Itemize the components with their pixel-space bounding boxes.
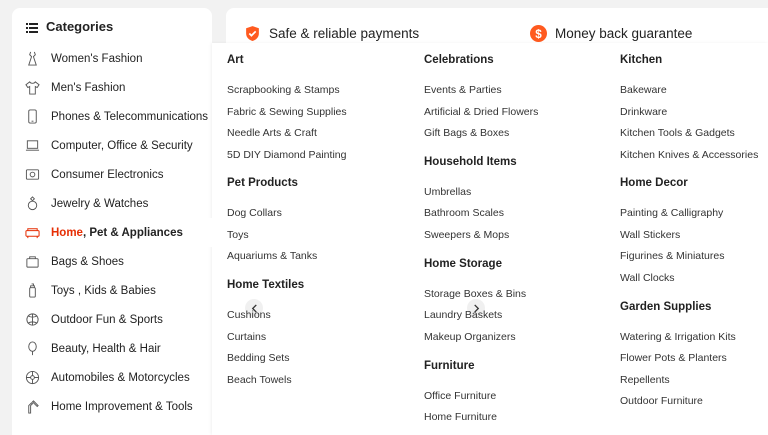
sofa-icon [24, 225, 40, 241]
menu-link[interactable]: Office Furniture [424, 390, 496, 402]
category-home-improvement[interactable]: Home Improvement & Tools [12, 392, 212, 421]
category-phones[interactable]: Phones & Telecommunications [12, 102, 212, 131]
group-title-kitchen[interactable]: Kitchen [620, 54, 662, 66]
menu-link[interactable]: Fabric & Sewing Supplies [227, 106, 347, 118]
svg-text:$: $ [535, 28, 542, 41]
group-title-home-storage[interactable]: Home Storage [424, 258, 502, 270]
categories-header[interactable]: Categories [12, 8, 212, 44]
menu-link[interactable]: Painting & Calligraphy [620, 207, 723, 219]
menu-link[interactable]: 5D DIY Diamond Painting [227, 149, 346, 161]
category-automobiles[interactable]: Automobiles & Motorcycles [12, 363, 212, 392]
chevron-right-icon [473, 303, 479, 313]
group-title-home-decor[interactable]: Home Decor [620, 177, 688, 189]
bottle-icon [24, 283, 40, 299]
phone-icon [24, 109, 40, 125]
category-label: Home Improvement & Tools [51, 400, 193, 413]
menu-link[interactable]: Sweepers & Mops [424, 229, 509, 241]
menu-link[interactable]: Bathroom Scales [424, 207, 504, 219]
menu-link[interactable]: Beach Towels [227, 374, 292, 386]
group-title-pet-products[interactable]: Pet Products [227, 177, 298, 189]
camera-icon [24, 167, 40, 183]
menu-link[interactable]: Umbrellas [424, 186, 471, 198]
categories-title: Categories [46, 18, 114, 34]
menu-link[interactable]: Home Furniture [424, 411, 497, 423]
category-womens-fashion[interactable]: Women's Fashion [12, 44, 212, 73]
dollar-coin-icon: $ [530, 25, 547, 42]
category-label: Beauty, Health & Hair [51, 342, 161, 355]
ring-icon [24, 196, 40, 212]
tools-icon [24, 399, 40, 415]
menu-link[interactable]: Dog Collars [227, 207, 282, 219]
safe-payments-badge: Safe & reliable payments [244, 25, 419, 42]
category-label: Phones & Telecommunications [51, 110, 209, 123]
bag-icon [24, 254, 40, 270]
category-label: Outdoor Fun & Sports [51, 313, 163, 326]
group-title-garden-supplies[interactable]: Garden Supplies [620, 301, 711, 313]
category-beauty-health[interactable]: Beauty, Health & Hair [12, 334, 212, 363]
category-label: Toys , Kids & Babies [51, 284, 156, 297]
list-menu-icon [26, 21, 38, 33]
laptop-icon [24, 138, 40, 154]
menu-link[interactable]: Needle Arts & Craft [227, 127, 317, 139]
menu-link[interactable]: Curtains [227, 331, 266, 343]
mirror-icon [24, 341, 40, 357]
category-outdoor-sports[interactable]: Outdoor Fun & Sports [12, 305, 212, 334]
chevron-left-icon [251, 303, 257, 313]
menu-link[interactable]: Scrapbooking & Stamps [227, 84, 340, 96]
group-title-household-items[interactable]: Household Items [424, 156, 517, 168]
categories-sidebar: Categories Women's Fashion Men's Fashion… [12, 8, 217, 435]
shield-check-icon [246, 26, 259, 41]
menu-link[interactable]: Wall Stickers [620, 229, 680, 241]
category-mens-fashion[interactable]: Men's Fashion [12, 73, 212, 102]
category-label: Computer, Office & Security [51, 139, 193, 152]
menu-link[interactable]: Watering & Irrigation Kits [620, 331, 736, 343]
menu-link[interactable]: Kitchen Knives & Accessories [620, 149, 758, 161]
category-home-pet-appliances[interactable]: Home, Pet & Appliances [12, 218, 217, 247]
menu-link[interactable]: Bakeware [620, 84, 667, 96]
money-back-text: Money back guarantee [555, 26, 693, 41]
menu-link[interactable]: Flower Pots & Planters [620, 352, 727, 364]
category-label: Automobiles & Motorcycles [51, 371, 190, 384]
carousel-prev-button[interactable] [245, 299, 263, 317]
menu-link[interactable]: Events & Parties [424, 84, 502, 96]
group-title-art[interactable]: Art [227, 54, 244, 66]
menu-link[interactable]: Artificial & Dried Flowers [424, 106, 538, 118]
menu-link[interactable]: Bedding Sets [227, 352, 289, 364]
shirt-icon [24, 80, 40, 96]
menu-link[interactable]: Aquariums & Tanks [227, 250, 317, 262]
category-computer-office[interactable]: Computer, Office & Security [12, 131, 212, 160]
safe-payments-text: Safe & reliable payments [269, 26, 420, 41]
ball-icon [24, 312, 40, 328]
category-label: Bags & Shoes [51, 255, 124, 268]
menu-link[interactable]: Figurines & Miniatures [620, 250, 724, 262]
menu-link[interactable]: Wall Clocks [620, 272, 674, 284]
category-label: Men's Fashion [51, 81, 126, 94]
category-jewelry-watches[interactable]: Jewelry & Watches [12, 189, 212, 218]
menu-link[interactable]: Laundry Baskets [424, 309, 502, 321]
menu-link[interactable]: Toys [227, 229, 249, 241]
category-label: Women's Fashion [51, 52, 143, 65]
category-label-home: Home [51, 226, 83, 239]
mega-menu-panel: Art Scrapbooking & Stamps Fabric & Sewin… [212, 43, 768, 435]
menu-link[interactable]: Makeup Organizers [424, 331, 516, 343]
category-list: Women's Fashion Men's Fashion Phones & T… [12, 44, 217, 421]
category-label-rest: , Pet & Appliances [82, 226, 183, 239]
menu-link[interactable]: Repellents [620, 374, 670, 386]
group-title-furniture[interactable]: Furniture [424, 360, 474, 372]
category-toys-kids[interactable]: Toys , Kids & Babies [12, 276, 212, 305]
menu-link[interactable]: Gift Bags & Boxes [424, 127, 509, 139]
group-title-celebrations[interactable]: Celebrations [424, 54, 494, 66]
menu-link[interactable]: Outdoor Furniture [620, 395, 703, 407]
money-back-badge: $ Money back guarantee [530, 25, 692, 42]
category-label: Jewelry & Watches [51, 197, 149, 210]
category-label: Consumer Electronics [51, 168, 164, 181]
wheel-icon [24, 370, 40, 386]
dress-icon [24, 51, 40, 67]
menu-link[interactable]: Kitchen Tools & Gadgets [620, 127, 735, 139]
menu-link[interactable]: Drinkware [620, 106, 667, 118]
category-bags-shoes[interactable]: Bags & Shoes [12, 247, 212, 276]
carousel-next-button[interactable] [467, 299, 485, 317]
category-consumer-electronics[interactable]: Consumer Electronics [12, 160, 212, 189]
group-title-home-textiles[interactable]: Home Textiles [227, 279, 304, 291]
